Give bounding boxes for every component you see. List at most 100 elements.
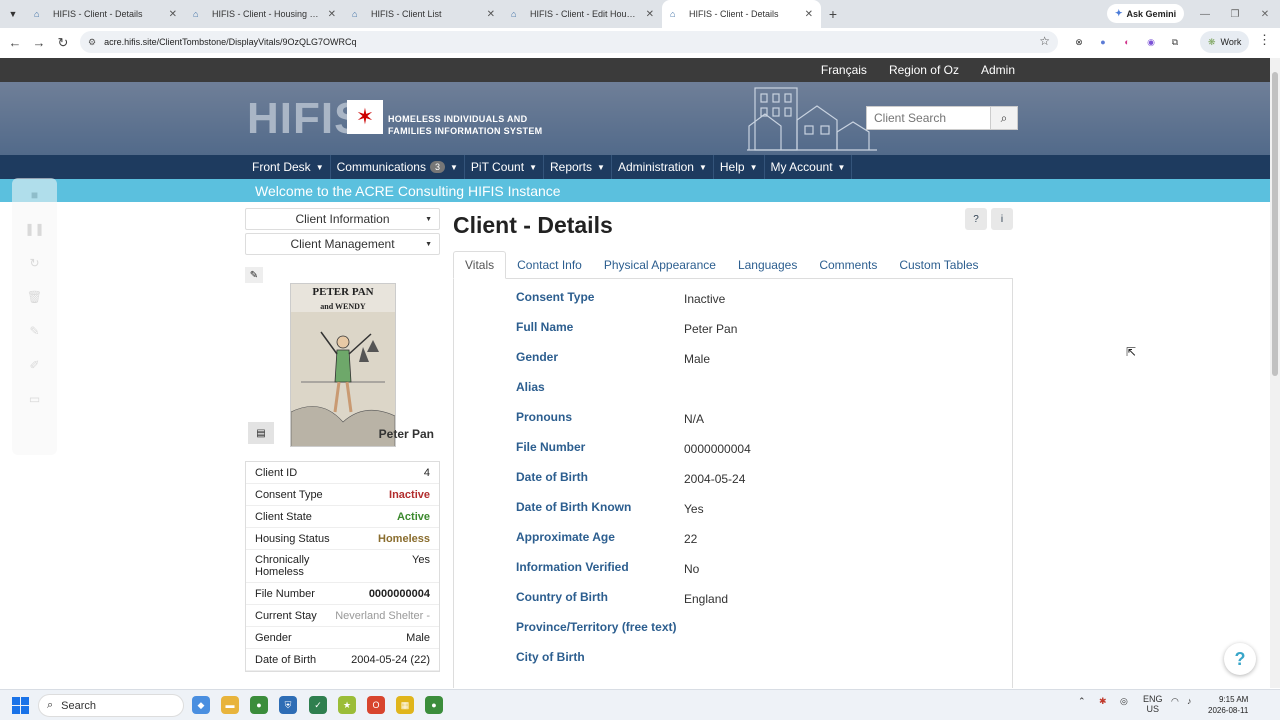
trash-icon[interactable]: 🗑 — [12, 280, 57, 314]
system-clock[interactable]: 9:15 AM 2026-08-11 — [1208, 694, 1248, 716]
browser-tab[interactable]: ⌂ HIFIS - Client - Details ✕ — [26, 0, 185, 28]
summary-row: Date of Birth 2004-05-24 (22) — [246, 649, 439, 671]
nav-item[interactable]: Help ▼ — [714, 155, 765, 179]
edit-photo-icon[interactable]: ✎ — [245, 267, 263, 283]
photo-gallery-icon[interactable]: ▤ — [248, 422, 274, 444]
puzzle-icon[interactable]: ⧉ — [1167, 34, 1183, 50]
globe-icon[interactable]: ◎ — [1120, 696, 1128, 707]
app-icon-3[interactable]: O — [367, 696, 385, 714]
nav-item[interactable]: Administration ▼ — [612, 155, 714, 179]
bookmark-star-icon[interactable]: ☆ — [1039, 34, 1050, 48]
help-question-icon[interactable]: ? — [965, 208, 987, 230]
chrome-icon-2[interactable]: ● — [425, 696, 443, 714]
profile-button[interactable]: ❋ Work — [1200, 31, 1250, 53]
client-summary-table: Client ID 4 Consent Type Inactive Client Sta… — [245, 461, 440, 672]
forward-icon[interactable]: → — [27, 31, 51, 55]
mouse-cursor-icon: ⇱ — [1126, 345, 1137, 359]
nav-item[interactable]: My Account ▼ — [765, 155, 853, 179]
browser-tab-strip: ▼ ⌂ HIFIS - Client - Details ✕ ⌂ HIFIS - Cli… — [0, 0, 1280, 28]
tray-overflow-icon[interactable]: ⌃ — [1078, 696, 1086, 707]
browser-tab[interactable]: ⌂HIFIS - Client - Edit Housing Hi✕ — [503, 0, 662, 28]
client-photo: PETER PAN and WENDY — [290, 283, 396, 447]
reload-icon[interactable]: ↻ — [51, 31, 75, 55]
close-tab-icon[interactable]: ✕ — [646, 9, 654, 20]
help-fab-icon[interactable]: ? — [1224, 643, 1256, 675]
site-banner: HIFIS ✶ HOMELESS INDIVIDUALS AND FAMILIES… — [0, 82, 1270, 155]
record-icon[interactable]: ■ — [12, 178, 57, 212]
pen-icon[interactable]: ✎ — [12, 314, 57, 348]
page-scrollbar[interactable] — [1270, 58, 1280, 688]
tab-physical-appearance[interactable]: Physical Appearance — [593, 251, 727, 278]
windows-taskbar: ⌕ Search ◆ ▬ ● ⛨ ✓ ★ O ▦ ● ⌃ ✱ ◎ ENG US ◠ … — [0, 689, 1280, 720]
highlighter-icon[interactable]: ✐ — [12, 348, 57, 382]
url-field[interactable]: ⚙ acre.hifis.site/ClientTombstone/Displa… — [80, 31, 1058, 53]
tab-contact-info[interactable]: Contact Info — [506, 251, 593, 278]
back-icon[interactable]: ← — [3, 31, 27, 55]
camera-icon[interactable]: ▭ — [12, 382, 57, 416]
houses-illustration — [747, 87, 877, 151]
language-link[interactable]: Français — [821, 63, 867, 77]
close-tab-icon[interactable]: ✕ — [169, 9, 177, 20]
extension-icon-3[interactable]: ◐ — [1119, 34, 1135, 50]
security-shield-icon[interactable]: ⛨ — [279, 696, 297, 714]
summary-value: 4 — [423, 466, 430, 479]
volume-icon[interactable]: ♪ — [1187, 696, 1192, 706]
house-favicon-icon: ⌂ — [511, 8, 517, 19]
tab-search-icon[interactable]: ▼ — [0, 0, 26, 28]
close-tab-icon[interactable]: ✕ — [328, 9, 336, 20]
windows-start-icon[interactable] — [12, 697, 29, 714]
close-window-icon[interactable]: ✕ — [1250, 0, 1280, 28]
input-language[interactable]: ENG US — [1143, 694, 1163, 714]
tray-app-icon[interactable]: ✱ — [1099, 696, 1107, 707]
app-icon-2[interactable]: ★ — [338, 696, 356, 714]
app-icon-4[interactable]: ▦ — [396, 696, 414, 714]
new-tab-icon[interactable]: + — [821, 6, 845, 22]
extension-icon-4[interactable]: ◉ — [1143, 34, 1159, 50]
scrollbar-thumb[interactable] — [1272, 72, 1278, 376]
extension-icon-1[interactable]: ⊗ — [1071, 34, 1087, 50]
ask-gemini-button[interactable]: ✦ Ask Gemini — [1107, 4, 1185, 23]
browser-tab[interactable]: ⌂ HIFIS - Client List ✕ — [344, 0, 503, 28]
tab-comments[interactable]: Comments — [808, 251, 888, 278]
tab-vitals[interactable]: Vitals — [453, 251, 507, 279]
summary-row: Consent Type Inactive — [246, 484, 439, 506]
site-info-icon[interactable]: ⚙ — [88, 37, 96, 48]
minimize-icon[interactable]: — — [1190, 0, 1220, 28]
browser-menu-icon[interactable]: ⋮ — [1258, 32, 1271, 48]
admin-link[interactable]: Admin — [981, 63, 1015, 77]
wifi-icon[interactable]: ◠ — [1171, 696, 1179, 707]
info-icon[interactable]: i — [991, 208, 1013, 230]
nav-item[interactable]: Communications 3 ▼ — [331, 155, 465, 179]
vital-field: Alias — [454, 379, 1012, 409]
nav-item[interactable]: Front Desk ▼ — [246, 155, 331, 179]
field-label: Alias — [516, 380, 545, 394]
client-information-dropdown[interactable]: Client Information ▼ — [245, 208, 440, 230]
summary-value: Homeless — [378, 532, 430, 545]
browser-tab[interactable]: ⌂HIFIS - Client - Housing History✕ — [185, 0, 344, 28]
maximize-icon[interactable]: ❐ — [1220, 0, 1250, 28]
tab-languages[interactable]: Languages — [727, 251, 808, 278]
nav-item[interactable]: PiT Count ▼ — [465, 155, 544, 179]
taskbar-search-box[interactable]: ⌕ Search — [38, 694, 184, 717]
vital-field: Gender Male — [454, 349, 1012, 379]
pause-icon[interactable]: ❚❚ — [12, 212, 57, 246]
extension-icon-2[interactable]: ● — [1095, 34, 1111, 50]
region-link[interactable]: Region of Oz — [889, 63, 959, 77]
field-label: Approximate Age — [516, 530, 615, 544]
client-search-input[interactable] — [866, 106, 990, 130]
nav-item[interactable]: Reports ▼ — [544, 155, 612, 179]
field-label: Date of Birth — [516, 470, 588, 484]
close-tab-icon[interactable]: ✕ — [487, 9, 495, 20]
client-management-dropdown[interactable]: Client Management ▼ — [245, 233, 440, 255]
tab-custom-tables[interactable]: Custom Tables — [888, 251, 989, 278]
chrome-icon[interactable]: ● — [250, 696, 268, 714]
app-icon-1[interactable]: ✓ — [309, 696, 327, 714]
caret-down-icon: ▼ — [698, 162, 707, 172]
file-explorer-icon[interactable]: ▬ — [221, 696, 239, 714]
restart-icon[interactable]: ↻ — [12, 246, 57, 280]
summary-label: Consent Type — [255, 488, 323, 501]
copilot-icon[interactable]: ◆ — [192, 696, 210, 714]
search-button[interactable]: ⌕ — [990, 106, 1018, 130]
browser-tab[interactable]: ⌂ HIFIS - Client - Details ✕ — [662, 0, 821, 28]
close-tab-icon[interactable]: ✕ — [805, 9, 813, 20]
